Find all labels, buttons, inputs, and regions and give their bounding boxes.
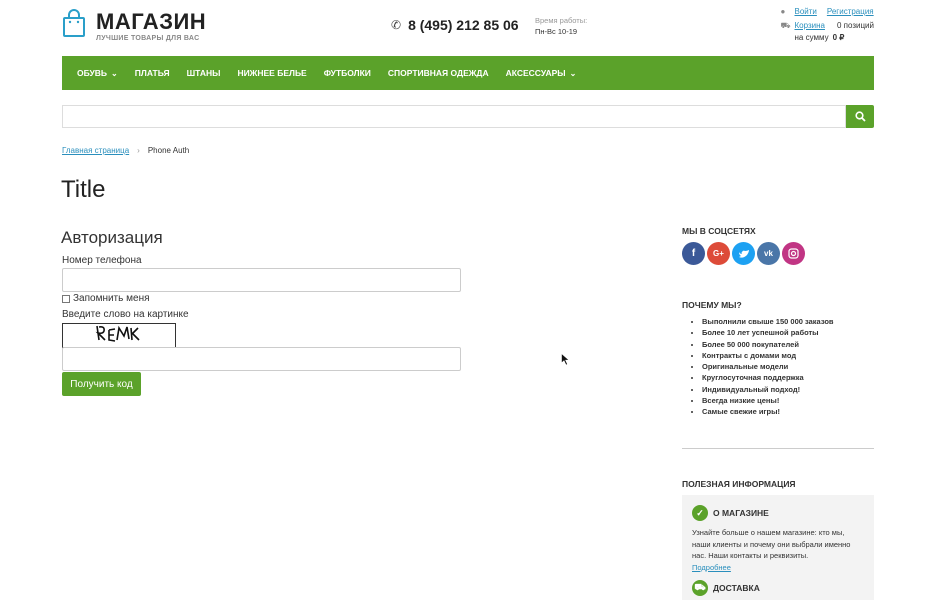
- breadcrumb-home[interactable]: Главная страница: [62, 146, 129, 155]
- menu-item-label: АКСЕССУАРЫ: [505, 68, 566, 78]
- cursor-icon: [561, 353, 570, 366]
- page: МАГАЗИН ЛУЧШИЕ ТОВАРЫ ДЛЯ ВАС ✆ 8 (495) …: [0, 0, 934, 600]
- list-item: Самые свежие игры!: [702, 406, 834, 417]
- shopping-bag-icon: [63, 9, 85, 37]
- logo[interactable]: МАГАЗИН ЛУЧШИЕ ТОВАРЫ ДЛЯ ВАС: [62, 9, 206, 42]
- info-title: ПОЛЕЗНАЯ ИНФОРМАЦИЯ: [682, 479, 796, 489]
- menu-item-sportswear[interactable]: СПОРТИВНАЯ ОДЕЖДА: [388, 68, 489, 78]
- phone-input[interactable]: [62, 268, 461, 292]
- list-item: Круглосуточная поддержка: [702, 372, 834, 383]
- captcha-input[interactable]: [62, 347, 461, 371]
- chevron-down-icon: ⌄: [111, 68, 118, 78]
- menu-item-label: НИЖНЕЕ БЕЛЬЕ: [237, 68, 307, 78]
- chevron-right-icon: ›: [137, 146, 140, 155]
- delivery-title: ДОСТАВКА: [713, 582, 760, 593]
- list-item: Более 10 лет успешной работы: [702, 327, 834, 338]
- menu-item-shoes[interactable]: ОБУВЬ ⌄: [77, 68, 118, 78]
- menu-item-label: ШТАНЫ: [186, 68, 221, 78]
- remember-label[interactable]: Запомнить меня: [73, 293, 150, 304]
- cart-sum: 0 ₽: [832, 33, 845, 42]
- cart-sum-label: на сумму: [794, 33, 829, 42]
- brand-tagline: ЛУЧШИЕ ТОВАРЫ ДЛЯ ВАС: [96, 35, 200, 42]
- breadcrumb-current: Phone Auth: [147, 146, 190, 155]
- list-item: Контракты с домами мод: [702, 350, 834, 361]
- hours-value: Пн-Вс 10-19: [535, 27, 578, 36]
- login-link[interactable]: Войти: [794, 6, 816, 18]
- phone-number[interactable]: 8 (495) 212 85 06: [408, 17, 519, 33]
- menu-item-dresses[interactable]: ПЛАТЬЯ: [135, 68, 170, 78]
- bird-shape: [738, 249, 749, 258]
- cart-count: 0 позиций: [836, 21, 874, 30]
- list-item: Выполнили свыше 150 000 заказов: [702, 316, 834, 327]
- delivery-header[interactable]: ⛟ ДОСТАВКА: [692, 579, 864, 596]
- user-icon: ●: [780, 7, 786, 16]
- hours-label: Время работы:: [535, 16, 588, 25]
- search-icon: [854, 111, 866, 122]
- phone-icon: ✆: [391, 18, 402, 32]
- main-menu: ОБУВЬ ⌄ ПЛАТЬЯ ШТАНЫ НИЖНЕЕ БЕЛЬЕ ФУТБОЛК…: [62, 56, 874, 90]
- google-plus-icon[interactable]: G+: [707, 242, 730, 265]
- breadcrumb: Главная страница › Phone Auth: [62, 146, 189, 155]
- facebook-icon[interactable]: f: [682, 242, 705, 265]
- sidebar-divider: [682, 448, 874, 449]
- info-box: ✓ О МАГАЗИНЕ Узнайте больше о нашем мага…: [682, 495, 874, 600]
- phone-block: ✆ 8 (495) 212 85 06: [391, 17, 519, 33]
- menu-item-label: ПЛАТЬЯ: [134, 68, 170, 78]
- brand-name: МАГАЗИН: [96, 9, 207, 34]
- about-title: О МАГАЗИНЕ: [713, 508, 769, 518]
- get-code-button[interactable]: Получить код: [62, 372, 141, 396]
- camera-shape: [788, 248, 799, 259]
- page-title: Title: [61, 176, 106, 203]
- list-item: Индивидуальный подход!: [702, 384, 834, 395]
- menu-item-label: ФУТБОЛКИ: [323, 68, 371, 78]
- list-item: Оригинальные модели: [702, 361, 834, 372]
- twitter-icon[interactable]: [732, 242, 755, 265]
- cart-icon: ⛟: [780, 21, 791, 30]
- check-circle-icon: ✓: [692, 505, 708, 521]
- about-text: Узнайте больше о нашем магазине: кто мы,…: [692, 528, 851, 560]
- about-more-link[interactable]: Подробнее: [692, 563, 864, 572]
- remember-checkbox[interactable]: [62, 295, 70, 303]
- captcha-image: [62, 323, 176, 348]
- social-title: МЫ В СОЦСЕТЯХ: [682, 226, 756, 236]
- captcha-word: [95, 325, 140, 342]
- chevron-down-icon: ⌄: [569, 68, 577, 78]
- list-item: Более 50 000 покупателей: [702, 339, 834, 350]
- instagram-icon[interactable]: [782, 242, 805, 265]
- phone-label: Номер телефона: [62, 255, 142, 266]
- search-button[interactable]: [846, 105, 874, 128]
- about-header: ✓ О МАГАЗИНЕ: [692, 505, 864, 521]
- why-title: ПОЧЕМУ МЫ?: [682, 300, 742, 310]
- vk-icon[interactable]: vk: [757, 242, 780, 265]
- register-link[interactable]: Регистрация: [827, 6, 874, 18]
- user-cart-block: ● Войти Регистрация ⛟ Корзина 0 позиций …: [780, 6, 874, 44]
- social-links: f G+ vk: [682, 242, 805, 265]
- menu-item-label: СПОРТИВНАЯ ОДЕЖДА: [387, 68, 489, 78]
- menu-item-accessories[interactable]: АКСЕССУАРЫ ⌄: [506, 68, 577, 78]
- menu-item-underwear[interactable]: НИЖНЕЕ БЕЛЬЕ: [237, 68, 306, 78]
- working-hours: Время работы: Пн-Вс 10-19: [535, 15, 587, 37]
- why-list: Выполнили свыше 150 000 заказов Более 10…: [702, 316, 834, 418]
- menu-item-label: ОБУВЬ: [77, 68, 108, 78]
- truck-icon: ⛟: [692, 579, 708, 596]
- search-input[interactable]: [62, 105, 846, 128]
- menu-item-tshirts[interactable]: ФУТБОЛКИ: [324, 68, 371, 78]
- form-title: Авторизация: [61, 228, 163, 247]
- menu-item-pants[interactable]: ШТАНЫ: [187, 68, 221, 78]
- cart-link[interactable]: Корзина: [794, 20, 824, 32]
- list-item: Всегда низкие цены!: [702, 395, 834, 406]
- captcha-label: Введите слово на картинке: [62, 309, 189, 320]
